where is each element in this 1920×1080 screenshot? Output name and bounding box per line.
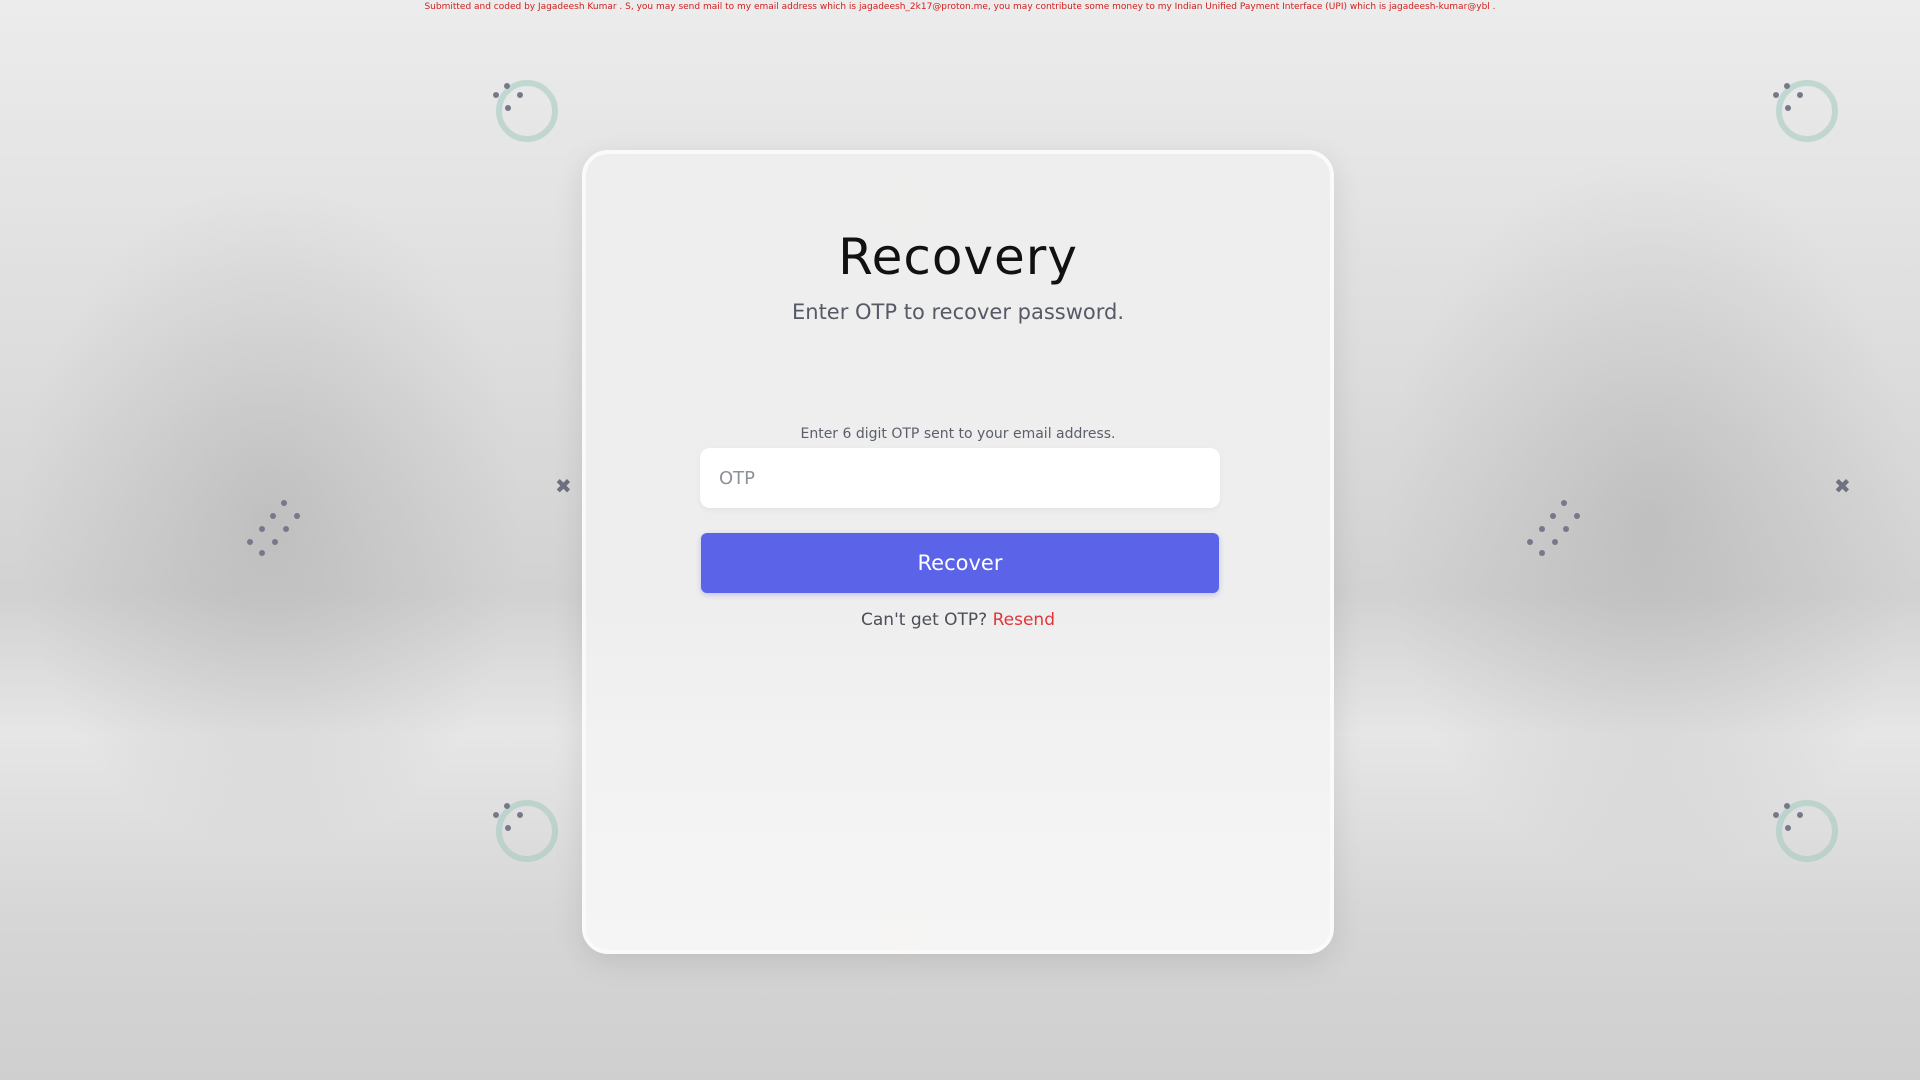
ring-icon xyxy=(1776,80,1838,142)
dot-icon xyxy=(1527,539,1533,545)
page-subtitle: Enter OTP to recover password. xyxy=(791,300,1124,324)
dot-icon xyxy=(1539,550,1545,556)
resend-link[interactable]: Resend xyxy=(993,610,1055,630)
otp-input[interactable] xyxy=(700,448,1220,508)
dot-icon xyxy=(1784,83,1790,89)
dot-icon xyxy=(1773,812,1779,818)
dot-icon xyxy=(1574,513,1580,519)
otp-label: Enter 6 digit OTP sent to your email add… xyxy=(800,426,1116,442)
resend-prompt: Can't get OTP? xyxy=(861,610,988,630)
dot-icon xyxy=(1552,539,1558,545)
dot-icon xyxy=(1550,513,1556,519)
dot-icon xyxy=(283,526,289,532)
credit-text: Submitted and coded by Jagadeesh Kumar .… xyxy=(424,2,1496,12)
dot-icon xyxy=(259,550,265,556)
recovery-card: Recovery Enter OTP to recover password. … xyxy=(582,150,1334,954)
cross-icon: ✖ xyxy=(555,474,572,498)
dot-icon xyxy=(272,539,278,545)
dot-icon xyxy=(247,539,253,545)
dot-icon xyxy=(1773,92,1779,98)
resend-line: Can't get OTP? Resend xyxy=(586,610,1330,630)
dot-icon xyxy=(281,500,287,506)
dot-icon xyxy=(1797,812,1803,818)
dot-icon xyxy=(493,92,499,98)
dot-icon xyxy=(1539,526,1545,532)
dot-icon xyxy=(1561,500,1567,506)
recover-button[interactable]: Recover xyxy=(701,533,1219,593)
ring-icon xyxy=(1776,800,1838,862)
ring-icon xyxy=(496,800,558,862)
dot-icon xyxy=(517,812,523,818)
dot-icon xyxy=(517,92,523,98)
ring-icon xyxy=(496,80,558,142)
dot-icon xyxy=(505,105,511,111)
dot-icon xyxy=(1563,526,1569,532)
dot-icon xyxy=(1784,803,1790,809)
dot-icon xyxy=(294,513,300,519)
dot-icon xyxy=(1785,825,1791,831)
dot-icon xyxy=(505,825,511,831)
dot-icon xyxy=(259,526,265,532)
dot-icon xyxy=(270,513,276,519)
dot-icon xyxy=(1785,105,1791,111)
dot-icon xyxy=(1797,92,1803,98)
cross-icon: ✖ xyxy=(1834,474,1851,498)
dot-icon xyxy=(504,83,510,89)
dot-icon xyxy=(504,803,510,809)
dot-icon xyxy=(493,812,499,818)
page-title: Recovery xyxy=(838,228,1078,286)
